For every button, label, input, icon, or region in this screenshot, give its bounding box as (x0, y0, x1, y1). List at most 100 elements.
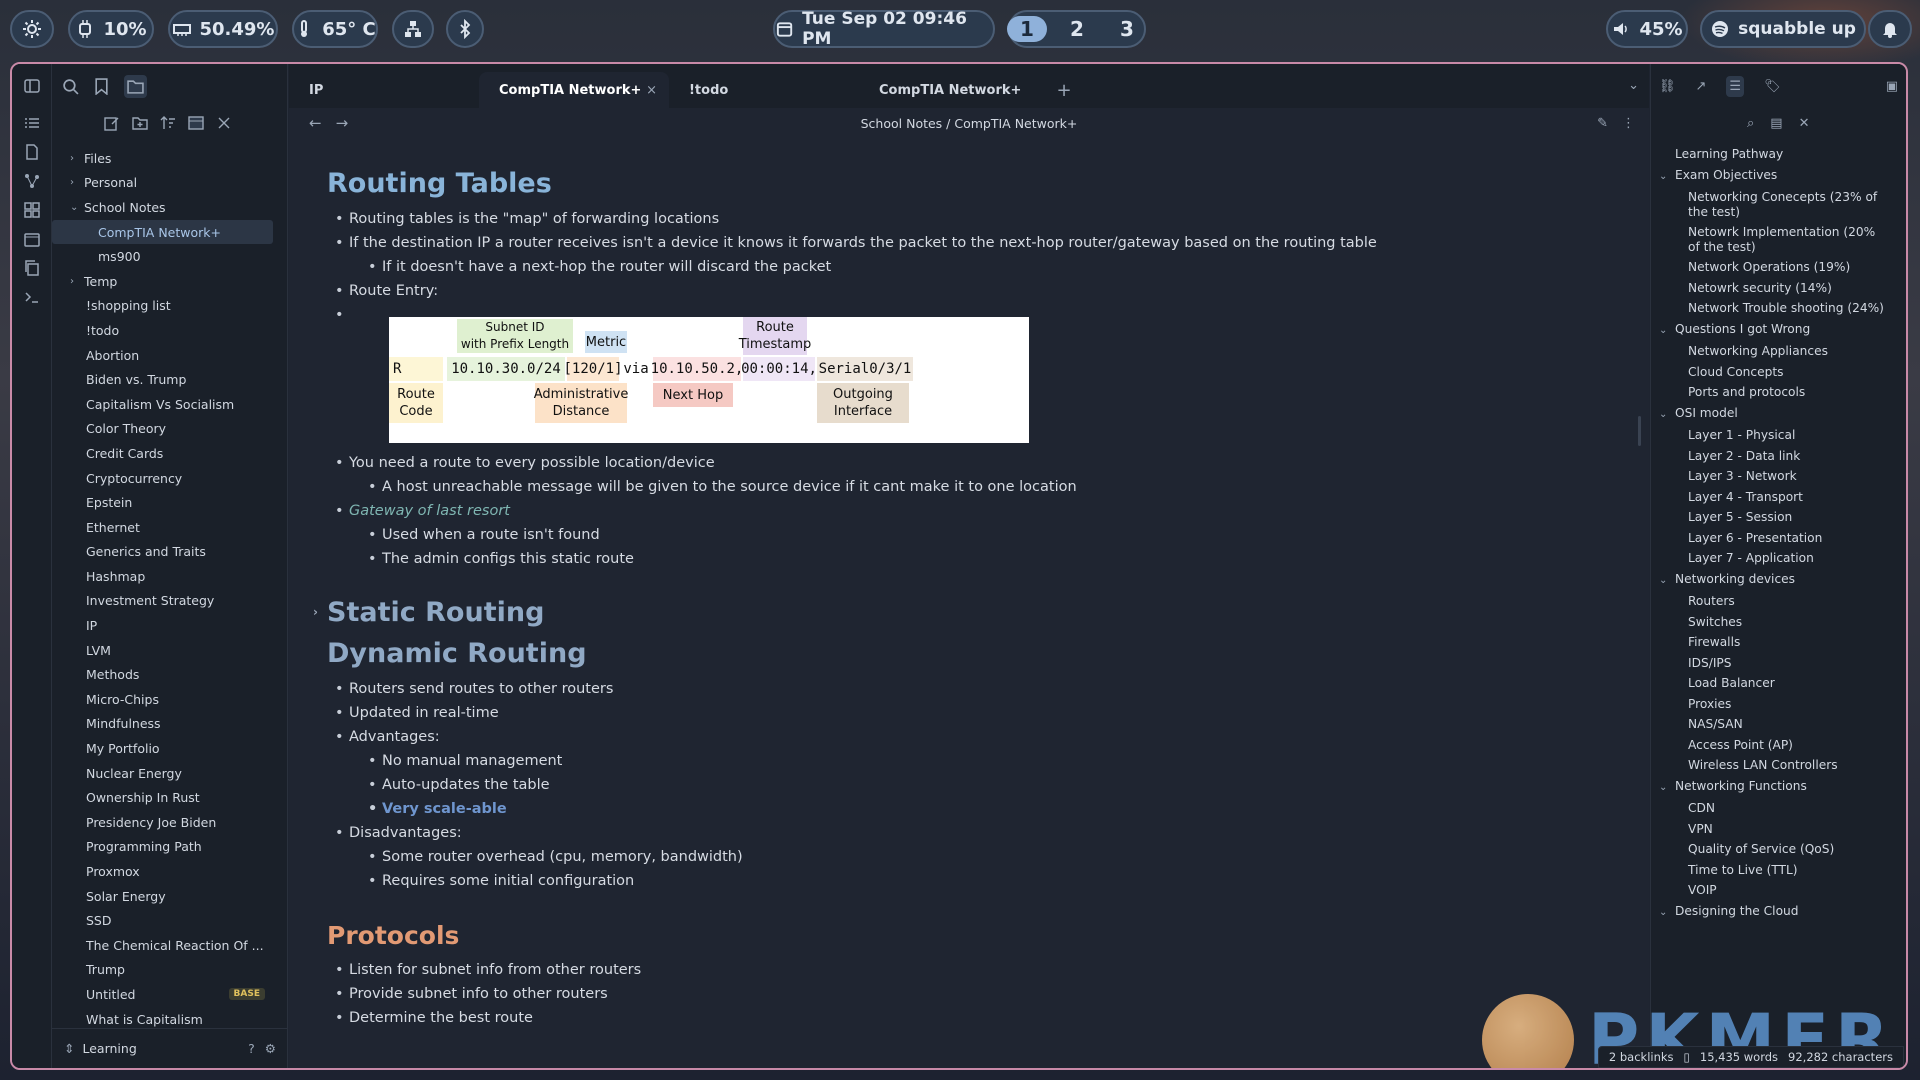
chevron-down-icon[interactable]: ⌄ (1659, 408, 1675, 423)
chevron-down-icon[interactable]: ⌄ (1659, 170, 1675, 185)
right-sidebar-toggle-icon[interactable]: ▣ (1886, 79, 1898, 94)
files-tab[interactable] (124, 74, 147, 98)
workspace-1[interactable]: 1 (1007, 16, 1047, 42)
file-item[interactable]: Nuclear Energy (52, 761, 287, 786)
collapse-chevron-icon[interactable]: › (313, 605, 318, 619)
cpu-widget[interactable]: 10% (68, 10, 154, 48)
folder-item[interactable]: › Temp (52, 269, 287, 294)
notifications-button[interactable] (1868, 10, 1912, 48)
file-item[interactable]: Untitled BASE (52, 982, 287, 1007)
auto-expand-icon[interactable]: ▤ (1770, 116, 1782, 131)
outline-item[interactable]: ⌄ Designing the Cloud (1651, 901, 1906, 924)
outline-item[interactable]: Wireless LAN Controllers (1651, 755, 1906, 776)
file-item[interactable]: Programming Path (52, 835, 287, 860)
ribbon-copy-button[interactable] (12, 253, 52, 282)
tab-comptia[interactable]: CompTIA Network+ (859, 72, 1049, 108)
outline-item[interactable]: Access Point (AP) (1651, 735, 1906, 756)
temperature-widget[interactable]: 65° C (292, 10, 378, 48)
file-item[interactable]: Abortion (52, 343, 287, 368)
outline-item[interactable]: Layer 6 - Presentation (1651, 528, 1906, 549)
backlinks-tab-icon[interactable]: ⛓ (1659, 79, 1676, 94)
outline-item[interactable]: Layer 4 - Transport (1651, 487, 1906, 508)
sort-icon[interactable] (160, 115, 176, 131)
file-item[interactable]: Epstein (52, 490, 287, 515)
ribbon-list-button[interactable] (12, 108, 52, 137)
file-item[interactable]: Presidency Joe Biden (52, 810, 287, 835)
close-icon[interactable]: × (646, 83, 657, 98)
file-item[interactable]: Generics and Traits (52, 540, 287, 565)
outline-item[interactable]: Switches (1651, 612, 1906, 633)
outline-item[interactable]: ⌄ OSI model (1651, 403, 1906, 426)
file-item[interactable]: Cryptocurrency (52, 466, 287, 491)
file-item[interactable]: Micro-Chips (52, 687, 287, 712)
bluetooth-widget[interactable] (446, 10, 484, 48)
memory-widget[interactable]: 50.49% (168, 10, 278, 48)
outline-item[interactable]: Networking Appliances (1651, 341, 1906, 362)
outline-item[interactable]: Netowrk security (14%) (1651, 278, 1906, 299)
file-item[interactable]: Mindfulness (52, 712, 287, 737)
outline-item[interactable]: Proxies (1651, 694, 1906, 715)
ribbon-graph-button[interactable] (12, 166, 52, 195)
file-item[interactable]: LVM (52, 638, 287, 663)
outline-tab-icon[interactable]: ☰ (1726, 75, 1745, 97)
new-note-icon[interactable] (104, 115, 120, 131)
network-widget[interactable] (392, 10, 434, 48)
music-widget[interactable]: squabble up (1700, 10, 1866, 48)
search-icon[interactable]: ⌕ (1747, 116, 1754, 131)
help-icon[interactable]: ? (248, 1041, 255, 1056)
bookmarks-tab[interactable] (93, 77, 110, 95)
outline-item[interactable]: Layer 2 - Data link (1651, 446, 1906, 467)
workspace-2[interactable]: 2 (1057, 16, 1097, 42)
tab-ip[interactable]: IP (289, 72, 479, 108)
outline-item[interactable]: Ports and protocols (1651, 382, 1906, 403)
file-item[interactable]: Investment Strategy (52, 589, 287, 614)
backlinks-count[interactable]: 2 backlinks (1609, 1050, 1674, 1064)
outline-item[interactable]: Firewalls (1651, 632, 1906, 653)
outline-item[interactable]: ⌄ Networking Functions (1651, 776, 1906, 799)
sidebar-toggle-button[interactable] (12, 64, 52, 108)
collapse-all-icon[interactable]: ✕ (1799, 116, 1810, 131)
file-item[interactable]: ms900 (52, 244, 287, 269)
more-options-icon[interactable]: ⋮ (1622, 116, 1635, 131)
volume-widget[interactable]: 45% (1606, 10, 1688, 48)
outline-item[interactable]: Networking Conecepts (23% of the test) (1651, 187, 1906, 222)
chevron-down-icon[interactable]: ⌄ (1659, 906, 1675, 921)
file-item[interactable]: IP (52, 613, 287, 638)
outgoing-links-tab-icon[interactable]: ↗ (1696, 79, 1707, 94)
file-item[interactable]: SSD (52, 908, 287, 933)
file-item[interactable]: Hashmap (52, 564, 287, 589)
outline-item[interactable]: Routers (1651, 591, 1906, 612)
outline-item[interactable]: ⌄ Questions I got Wrong (1651, 319, 1906, 342)
outline-item[interactable]: Network Operations (19%) (1651, 257, 1906, 278)
outline-item[interactable]: Quality of Service (QoS) (1651, 839, 1906, 860)
outline-item[interactable]: VOIP (1651, 880, 1906, 901)
file-item[interactable]: The Chemical Reaction Of ... (52, 933, 287, 958)
file-item[interactable]: Solar Energy (52, 884, 287, 909)
outline-item[interactable]: Layer 5 - Session (1651, 507, 1906, 528)
outline-item[interactable]: Layer 3 - Network (1651, 466, 1906, 487)
launcher-button[interactable] (10, 10, 54, 48)
ribbon-grid-button[interactable] (12, 195, 52, 224)
tags-tab-icon[interactable]: 🏷 (1764, 79, 1781, 94)
list-item[interactable]: Gateway of last resort (327, 499, 1629, 523)
ribbon-calendar-button[interactable] (12, 224, 52, 253)
file-item[interactable]: Capitalism Vs Socialism (52, 392, 287, 417)
ribbon-file-button[interactable] (12, 137, 52, 166)
tab-todo[interactable]: !todo (669, 72, 859, 108)
chevron-down-icon[interactable]: ⌄ (1659, 574, 1675, 589)
outline-item[interactable]: CDN (1651, 798, 1906, 819)
tab-comptia-active[interactable]: CompTIA Network+ × (479, 72, 669, 108)
chevron-down-icon[interactable]: ⌄ (1659, 781, 1675, 796)
file-item[interactable]: Methods (52, 662, 287, 687)
folder-item[interactable]: › Personal (52, 171, 287, 196)
workspace-3[interactable]: 3 (1107, 16, 1147, 42)
clock-widget[interactable]: Tue Sep 02 09:46 PM (773, 9, 995, 49)
file-item[interactable]: !todo (52, 318, 287, 343)
outline-item[interactable]: Layer 1 - Physical (1651, 425, 1906, 446)
outline-item[interactable]: ⌄ Networking devices (1651, 569, 1906, 592)
outline-item[interactable]: Learning Pathway (1651, 144, 1906, 165)
file-item[interactable]: Credit Cards (52, 441, 287, 466)
chevron-down-icon[interactable]: ⌄ (1659, 324, 1675, 339)
file-item[interactable]: Proxmox (52, 859, 287, 884)
auto-reveal-icon[interactable] (188, 115, 204, 131)
